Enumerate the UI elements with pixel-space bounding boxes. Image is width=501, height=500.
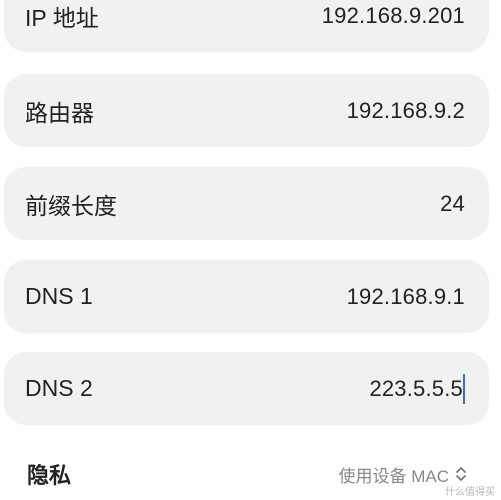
- dns1-field[interactable]: DNS 1 192.168.9.1: [4, 260, 489, 333]
- prefix-length-label: 前缀长度: [25, 192, 117, 219]
- dns2-field[interactable]: DNS 2 223.5.5.5: [4, 352, 489, 425]
- router-value[interactable]: 192.168.9.2: [347, 98, 465, 124]
- text-cursor: [463, 373, 465, 404]
- ip-address-value[interactable]: 192.168.9.201: [322, 3, 465, 29]
- ip-address-label: IP 地址: [25, 5, 99, 31]
- mac-select-value[interactable]: 使用设备 MAC: [339, 462, 450, 487]
- dns1-value[interactable]: 192.168.9.1: [347, 284, 465, 310]
- dns2-label: DNS 2: [25, 375, 93, 401]
- dns2-value[interactable]: 223.5.5.5: [369, 376, 463, 402]
- chevron-up-down-icon: [456, 467, 466, 481]
- dns1-label: DNS 1: [25, 283, 93, 309]
- prefix-length-field[interactable]: 前缀长度 24: [4, 167, 489, 240]
- watermark: 什么值得买: [445, 487, 495, 498]
- dns2-input[interactable]: 223.5.5.5: [369, 373, 465, 404]
- router-field[interactable]: 路由器 192.168.9.2: [4, 74, 489, 147]
- privacy-row[interactable]: 隐私 使用设备 MAC: [27, 452, 477, 496]
- prefix-length-value[interactable]: 24: [440, 191, 465, 217]
- network-settings-page: IP 地址 192.168.9.201 路由器 192.168.9.2 前缀长度…: [0, 0, 501, 500]
- ip-address-field[interactable]: IP 地址 192.168.9.201: [4, 0, 489, 52]
- privacy-label: 隐私: [27, 463, 72, 488]
- router-label: 路由器: [25, 99, 94, 126]
